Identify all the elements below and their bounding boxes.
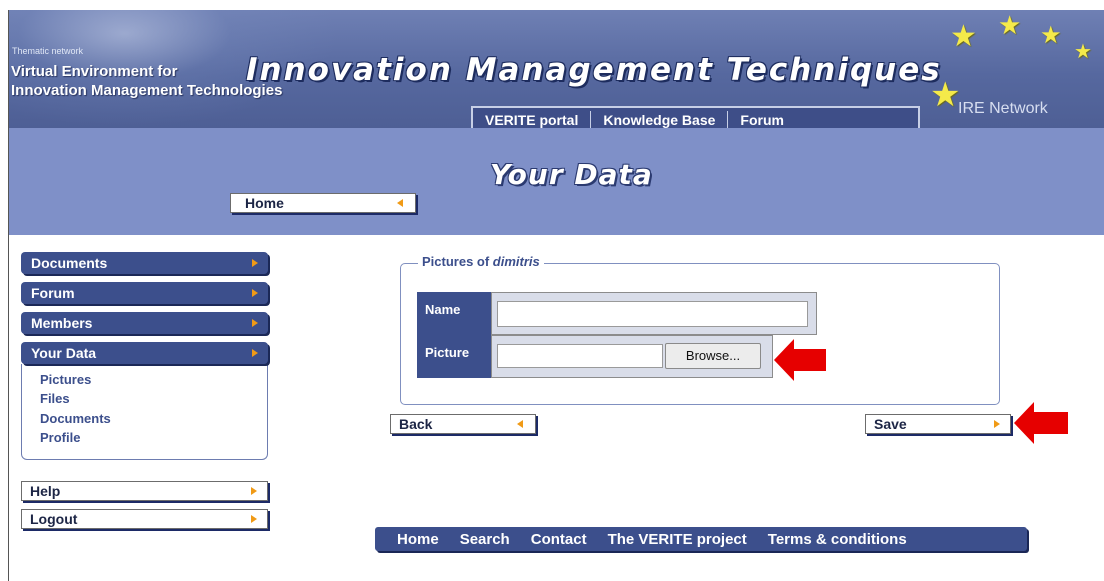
arrow-left-icon	[517, 420, 523, 428]
save-label: Save	[874, 416, 907, 432]
back-button[interactable]: Back	[390, 414, 536, 434]
org-name-line1: Virtual Environment for	[11, 63, 178, 80]
sidebar-item-documents[interactable]: Documents	[21, 252, 268, 274]
arrow-left-icon	[397, 199, 403, 207]
arrow-right-icon	[252, 259, 258, 267]
home-button[interactable]: Home	[230, 193, 416, 213]
submenu-pictures[interactable]: Pictures	[40, 372, 91, 387]
thematic-network-label: Thematic network	[12, 46, 84, 56]
red-annotation-arrow	[774, 339, 826, 381]
org-name-line2: Innovation Management Technologies	[11, 82, 283, 99]
submenu-profile[interactable]: Profile	[40, 430, 80, 445]
sidebar-item-label: Your Data	[31, 345, 97, 361]
nav-knowledge-base[interactable]: Knowledge Base	[591, 111, 729, 129]
sidebar-item-your-data[interactable]: Your Data	[21, 342, 268, 364]
help-label: Help	[30, 483, 61, 499]
legend-prefix: Pictures of	[422, 254, 493, 269]
arrow-right-icon	[252, 349, 258, 357]
nav-verite-portal[interactable]: VERITE portal	[473, 111, 592, 129]
footer-contact[interactable]: Contact	[531, 531, 587, 548]
sidebar-help-button[interactable]: Help	[21, 481, 268, 501]
submenu-documents[interactable]: Documents	[40, 411, 111, 426]
red-annotation-arrow	[1014, 402, 1068, 444]
home-button-label: Home	[245, 195, 284, 211]
star-icon: ★	[1074, 41, 1092, 63]
sidebar-item-members[interactable]: Members	[21, 312, 268, 334]
legend-username: dimitris	[492, 254, 540, 269]
ire-network-label: IRE Network	[958, 100, 1048, 117]
page-title: Your Data	[490, 158, 653, 191]
footer-search[interactable]: Search	[460, 531, 510, 548]
name-label: Name	[417, 292, 491, 335]
nav-forum[interactable]: Forum	[728, 111, 806, 129]
sidebar-item-label: Documents	[31, 255, 108, 271]
name-field[interactable]	[497, 301, 808, 327]
arrow-right-icon	[994, 420, 1000, 428]
star-icon: ★	[950, 20, 977, 53]
picture-label: Picture	[417, 335, 491, 378]
arrow-right-icon	[252, 289, 258, 297]
sidebar-item-forum[interactable]: Forum	[21, 282, 268, 304]
sidebar-logout-button[interactable]: Logout	[21, 509, 268, 529]
browse-button[interactable]: Browse...	[665, 343, 761, 369]
logout-label: Logout	[30, 511, 78, 527]
back-label: Back	[399, 416, 433, 432]
footer-nav: Home Search Contact The VERITE project T…	[375, 527, 1027, 551]
upload-form: Name Picture Browse...	[417, 292, 817, 378]
arrow-right-icon	[252, 319, 258, 327]
sidebar-item-label: Members	[31, 315, 93, 331]
footer-home[interactable]: Home	[397, 531, 439, 548]
submenu-files[interactable]: Files	[40, 391, 70, 406]
footer-terms[interactable]: Terms & conditions	[768, 531, 907, 548]
arrow-right-icon	[251, 487, 257, 495]
site-brand-title: Innovation Management Techniques	[246, 52, 942, 88]
fieldset-legend: Pictures of dimitris	[418, 254, 544, 269]
star-icon: ★	[930, 76, 961, 114]
arrow-right-icon	[251, 515, 257, 523]
footer-verite-project[interactable]: The VERITE project	[608, 531, 747, 548]
sidebar-item-label: Forum	[31, 285, 75, 301]
save-button[interactable]: Save	[865, 414, 1011, 434]
picture-file-path[interactable]	[497, 344, 663, 368]
star-icon: ★	[998, 10, 1022, 40]
star-icon: ★	[1040, 22, 1062, 49]
